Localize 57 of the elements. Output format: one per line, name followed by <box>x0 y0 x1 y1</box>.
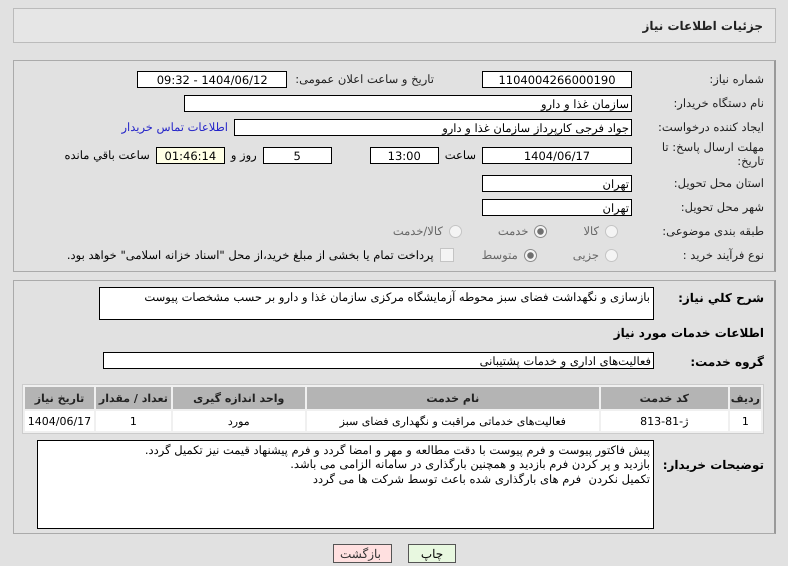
checkbox-label: پرداخت تمام یا بخشی از مبلغ خرید،از محل "اسناد خزانه اسلامی" خواهد بود. <box>66 248 434 262</box>
deadline-date-field: 1404/06/17 <box>482 146 632 164</box>
column-header: کد خدمت <box>600 387 728 409</box>
buyer-org-field: سازمان غذا و دارو <box>184 94 632 112</box>
summary-textarea[interactable]: بازسازی و نگهداشت فضای سبز محوطه آزمایشگاه مرکزی سازمان غذا و دارو بر حسب مشخصات پیوست <box>99 287 654 320</box>
table-cell: 1404/06/17 <box>25 411 94 431</box>
radio-button[interactable] <box>605 248 618 262</box>
field-label: توضیحات خریدار: <box>662 457 764 472</box>
days-label: روز و <box>230 148 257 162</box>
column-header: واحد اندازه گیری <box>172 387 305 409</box>
radio-button[interactable] <box>448 224 462 238</box>
radio-label: کالا/خدمت <box>392 224 443 238</box>
field-label: شماره نیاز: <box>708 72 764 86</box>
column-header: نام خدمت <box>306 387 599 409</box>
field-label: شرح كلي نياز: <box>677 290 764 305</box>
radio-label: جزیی <box>572 248 599 262</box>
field-label: شهر محل تحویل: <box>680 200 764 214</box>
table-cell: 1 <box>96 411 171 431</box>
radio-label: متوسط <box>482 248 518 262</box>
remaining-time-field: 01:46:14 <box>156 146 225 164</box>
radio-button[interactable] <box>534 224 548 238</box>
field-label: طبقه بندی موضوعی: <box>661 224 764 238</box>
province-field: تهران <box>482 174 632 192</box>
section-heading: اطلاعات خدمات مورد نیاز <box>612 326 764 340</box>
column-header: تاریخ نیاز <box>25 387 94 409</box>
table-cell: مورد <box>172 411 305 431</box>
need-number-field: 1104004266000190 <box>482 70 632 88</box>
column-header: تعداد / مقدار <box>96 387 171 409</box>
city-field: تهران <box>482 198 632 216</box>
print-button[interactable]: چاپ <box>408 544 456 563</box>
field-label: مهلت ارسال پاسخ: تا تاریخ: <box>660 141 764 169</box>
field-label: تاریخ و ساعت اعلان عمومی: <box>295 72 434 86</box>
days-field: 5 <box>262 146 332 164</box>
radio-label: خدمت <box>498 224 528 238</box>
radio-label: کالا <box>583 224 599 238</box>
remaining-label: ساعت باقي مانده <box>64 148 150 162</box>
field-label: نوع فرآیند خرید : <box>682 248 764 262</box>
checkbox[interactable] <box>440 248 454 262</box>
announce-date-field: 1404/06/12 - 09:32 <box>137 70 288 88</box>
field-label: ایجاد کننده درخواست: <box>657 120 764 134</box>
table-cell: ژ-81-813 <box>600 411 728 431</box>
table-cell: 1 <box>730 411 761 431</box>
requester-field: جواد فرجی کارپرداز سازمان غذا و دارو <box>234 118 632 136</box>
buyer-contact-link[interactable]: اطلاعات تماس خریدار <box>121 120 228 134</box>
column-header: ردیف <box>730 387 761 409</box>
time-label: ساعت <box>444 148 476 162</box>
field-label: گروه خدمت: <box>689 354 764 369</box>
service-group-field: فعالیت‌های اداری و خدمات پشتیبانی <box>103 352 654 368</box>
field-label: نام دستگاه خریدار: <box>672 96 764 110</box>
back-button[interactable]: بازگشت <box>333 544 392 563</box>
deadline-time-field: 13:00 <box>370 146 439 164</box>
radio-button[interactable] <box>605 224 618 238</box>
buyer-notes-textarea[interactable]: پیش فاکتور پیوست و فرم پیوست با دقت مطالعه و مهر و امضا گردد و فرم پیشنهاد قیمت نیز تکمیل گردد. بازدید و پر کردن فرم بازدید و همچنین بارگذاری در سامانه الزامی می باشد. تکمیل نکردن فرم های بارگذاری شده باعث توسط شرکت ها می گردد <box>37 440 654 529</box>
field-label: استان محل تحویل: <box>672 176 764 190</box>
table-cell: فعالیت‌های خدماتی مراقبت و نگهداری فضای سبز <box>306 411 599 431</box>
radio-button[interactable] <box>524 248 537 262</box>
page-title: جزئیات اطلاعات نیاز <box>642 18 763 32</box>
